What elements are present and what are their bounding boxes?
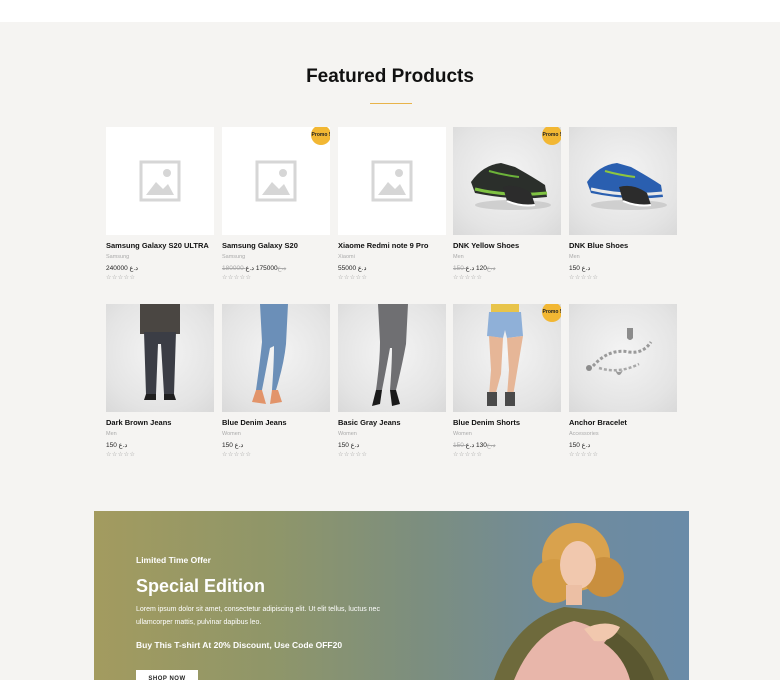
product-price: 150 د.ع [569, 442, 591, 449]
product-card[interactable]: Xiaome Redmi note 9 Pro Xiaomi 55000 د.ع… [338, 127, 446, 281]
mens-dark-jeans-image [140, 304, 180, 400]
product-card[interactable]: Blue Denim Jeans Women 150 د.ع ☆☆☆☆☆ [222, 304, 330, 458]
rating-stars: ☆☆☆☆☆ [106, 275, 136, 281]
model-photo [494, 523, 669, 680]
product-price: 55000 د.ع [338, 265, 367, 272]
banner-promo-line: Buy This T-shirt At 20% Discount, Use Co… [136, 640, 343, 650]
rating-stars: ☆☆☆☆☆ [222, 452, 252, 458]
product-image[interactable] [338, 304, 446, 412]
product-price: 150 د.ع120 د.ع [453, 265, 496, 272]
product-image[interactable] [222, 304, 330, 412]
product-name[interactable]: Xiaome Redmi note 9 Pro [338, 241, 446, 251]
product-name[interactable]: Basic Gray Jeans [338, 418, 446, 428]
product-name[interactable]: DNK Blue Shoes [569, 241, 677, 251]
rating-stars: ☆☆☆☆☆ [569, 452, 599, 458]
rating-stars: ☆☆☆☆☆ [106, 452, 136, 458]
product-card[interactable]: Anchor Bracelet Accessories 150 د.ع ☆☆☆☆… [569, 304, 677, 458]
product-name[interactable]: Dark Brown Jeans [106, 418, 214, 428]
product-image[interactable] [569, 127, 677, 235]
title-underline [370, 103, 412, 104]
product-category[interactable]: Accessories [569, 431, 677, 438]
shop-now-button[interactable]: SHOP NOW [136, 670, 198, 680]
product-card[interactable]: Dark Brown Jeans Men 150 د.ع ☆☆☆☆☆ [106, 304, 214, 458]
product-image[interactable] [338, 127, 446, 235]
product-card[interactable]: Promo ! Samsung Galaxy S20 Samsung 18000… [222, 127, 330, 281]
top-bar [0, 0, 780, 22]
product-category[interactable]: Samsung [106, 254, 214, 261]
promo-badge: Promo ! [542, 304, 561, 322]
product-price: 150 د.ع [222, 442, 244, 449]
rating-stars: ☆☆☆☆☆ [338, 275, 368, 281]
womens-gray-jeans-image [372, 304, 408, 406]
rating-stars: ☆☆☆☆☆ [338, 452, 368, 458]
product-category[interactable]: Men [106, 431, 214, 438]
product-card[interactable]: Basic Gray Jeans Women 150 د.ع ☆☆☆☆☆ [338, 304, 446, 458]
banner-body-text: Lorem ipsum dolor sit amet, consectetur … [136, 606, 380, 626]
product-category[interactable]: Xiaomi [338, 254, 446, 261]
rating-stars: ☆☆☆☆☆ [453, 452, 483, 458]
product-name[interactable]: DNK Yellow Shoes [453, 241, 561, 251]
banner-headline: Special Edition [136, 576, 266, 596]
rating-stars: ☆☆☆☆☆ [453, 275, 483, 281]
product-category[interactable]: Men [569, 254, 677, 261]
product-name[interactable]: Samsung Galaxy S20 ULTRA [106, 241, 214, 251]
placeholder-icon [139, 160, 181, 202]
product-category[interactable]: Women [453, 431, 561, 438]
product-image[interactable]: Promo ! [453, 127, 561, 235]
rating-stars: ☆☆☆☆☆ [222, 275, 252, 281]
product-image[interactable]: Promo ! [453, 304, 561, 412]
product-card[interactable]: Samsung Galaxy S20 ULTRA Samsung 240000 … [106, 127, 214, 281]
product-card[interactable]: Promo ! DNK Yellow Shoes Men 150 د.ع120 … [453, 127, 561, 281]
promo-badge: Promo ! [542, 127, 561, 145]
placeholder-icon [255, 160, 297, 202]
product-name[interactable]: Blue Denim Shorts [453, 418, 561, 428]
product-price: 150 د.ع [338, 442, 360, 449]
green-sneakers-image [471, 163, 551, 210]
rating-stars: ☆☆☆☆☆ [569, 275, 599, 281]
promo-banner: Limited Time Offer Special Edition Lorem… [94, 511, 689, 680]
product-name[interactable]: Anchor Bracelet [569, 418, 677, 428]
product-price: 150 د.ع [106, 442, 128, 449]
product-price: 240000 د.ع [106, 265, 139, 272]
banner-eyebrow: Limited Time Offer [136, 555, 211, 565]
product-image[interactable] [106, 127, 214, 235]
womens-blue-jeans-image [252, 304, 288, 404]
silver-bracelet-image [586, 328, 653, 375]
promo-badge: Promo ! [311, 127, 330, 145]
blue-sneakers-image [587, 163, 667, 210]
product-card[interactable]: Promo ! Blue Denim Shorts Women 150 د.ع1… [453, 304, 561, 458]
product-price: 180000 د.ع175000 د.ع [222, 265, 287, 272]
product-category[interactable]: Women [338, 431, 446, 438]
product-price: 150 د.ع [569, 265, 591, 272]
section-title: Featured Products [306, 66, 474, 87]
product-name[interactable]: Blue Denim Jeans [222, 418, 330, 428]
denim-shorts-image [487, 304, 523, 406]
product-image[interactable] [106, 304, 214, 412]
product-name[interactable]: Samsung Galaxy S20 [222, 241, 330, 251]
product-price: 150 د.ع130 د.ع [453, 442, 496, 449]
product-category[interactable]: Men [453, 254, 561, 261]
product-image[interactable]: Promo ! [222, 127, 330, 235]
product-category[interactable]: Women [222, 431, 330, 438]
product-image[interactable] [569, 304, 677, 412]
product-category[interactable]: Samsung [222, 254, 330, 261]
product-card[interactable]: DNK Blue Shoes Men 150 د.ع ☆☆☆☆☆ [569, 127, 677, 281]
placeholder-icon [371, 160, 413, 202]
